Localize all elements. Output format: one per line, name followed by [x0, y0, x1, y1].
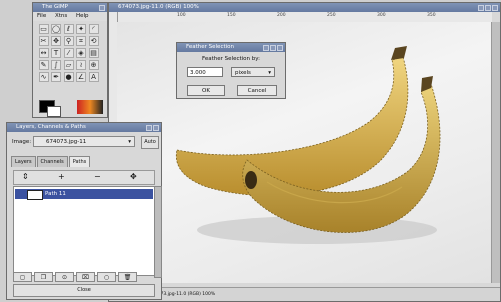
unit-select-value: pixels	[235, 70, 251, 76]
image-select-value: 674073.jpg-11	[46, 139, 87, 145]
brush-gradient-preview[interactable]	[77, 100, 103, 114]
image-label: Image:	[12, 139, 32, 145]
color-picker-icon[interactable]: ⁄	[63, 48, 74, 58]
banana-image	[175, 46, 441, 244]
paths-list[interactable]: Path 11	[13, 186, 155, 276]
path-icon[interactable]: A	[88, 72, 99, 82]
pen-icon[interactable]: ⇕	[22, 172, 29, 181]
free-select-icon[interactable]: ℓ	[63, 24, 74, 34]
dodge-icon[interactable]: ●	[63, 72, 74, 82]
duplicate-path-icon[interactable]: ❐	[34, 272, 53, 282]
toolbox-menubar: File Xtns Help	[33, 12, 107, 21]
maximize-icon[interactable]	[485, 4, 491, 11]
close-icon[interactable]	[492, 4, 498, 11]
list-scrollbar[interactable]	[154, 186, 162, 278]
list-item[interactable]: Path 11	[15, 189, 153, 200]
path-actions: ◻ ❐ ⊙ ⌧ ○ 🗑	[13, 272, 159, 283]
flip-icon[interactable]: ↔	[38, 48, 49, 58]
layers-titlebar[interactable]: Layers, Channels & Paths	[7, 123, 161, 132]
tab-paths[interactable]: Paths	[68, 156, 91, 167]
eraser-icon[interactable]: ▱	[63, 60, 74, 70]
image-window[interactable]: 674073.jpg-11.0 (RGB) 100% 100 150 200 2…	[108, 2, 501, 302]
text-icon[interactable]: T	[51, 48, 61, 58]
image-window-titlebar[interactable]: 674073.jpg-11.0 (RGB) 100%	[109, 3, 500, 12]
close-button[interactable]: Close	[13, 284, 155, 297]
transform-icon[interactable]: ⟲	[88, 36, 99, 46]
menu-help[interactable]: Help	[76, 13, 89, 19]
toolbox-title: The GIMP	[42, 4, 68, 10]
path-name: Path 11	[45, 191, 66, 197]
path-tools-bar: ⇕ + − ✥	[13, 170, 155, 185]
rect-select-icon[interactable]: ▭	[38, 24, 49, 34]
close-icon[interactable]	[153, 124, 159, 131]
minimize-icon[interactable]	[263, 44, 269, 51]
auto-button[interactable]: Auto	[141, 136, 159, 149]
stroke-path-icon[interactable]: ○	[97, 272, 116, 282]
toolbox-titlebar[interactable]: The GIMP	[33, 3, 107, 12]
ok-button[interactable]: OK	[187, 85, 225, 96]
remove-point-icon[interactable]: −	[94, 172, 101, 181]
clone-icon[interactable]: ⊕	[88, 60, 99, 70]
menu-file[interactable]: File	[37, 13, 46, 19]
image-select[interactable]: 674073.jpg-11 ▾	[33, 136, 135, 147]
path-to-selection-icon[interactable]: ⊙	[55, 272, 74, 282]
ink-icon[interactable]: ✒	[51, 72, 61, 82]
gradient-icon[interactable]: ▤	[88, 48, 99, 58]
tab-channels[interactable]: Channels	[36, 156, 68, 167]
feather-prompt: Feather Selection by:	[202, 56, 260, 62]
toolbox-window[interactable]: The GIMP File Xtns Help ▭ ◯ ℓ ✦ ◜ ✂ ✥ ⚲ ⌗ ⟲ ↔ T ⁄ ◈…	[32, 2, 108, 118]
fill-icon[interactable]: ◈	[76, 48, 86, 58]
airbrush-icon[interactable]: ≀	[76, 60, 86, 70]
edit-point-icon[interactable]: ✥	[130, 172, 137, 181]
ellipse-select-icon[interactable]: ◯	[51, 24, 61, 34]
fuzzy-select-icon[interactable]: ✦	[76, 24, 86, 34]
selection-to-path-icon[interactable]: ⌧	[76, 272, 95, 282]
minimize-icon[interactable]	[478, 4, 484, 11]
pencil-icon[interactable]: ✎	[38, 60, 49, 70]
feather-titlebar[interactable]: Feather Selection	[177, 43, 285, 52]
smudge-icon[interactable]: ∿	[38, 72, 49, 82]
background-color-swatch[interactable]	[47, 106, 61, 117]
dialog-tabs: Layers Channels Paths	[11, 156, 91, 167]
magnify-icon[interactable]: ⚲	[63, 36, 74, 46]
tab-layers[interactable]: Layers	[11, 156, 36, 167]
unit-select[interactable]: pixels ▾	[231, 67, 275, 77]
crop-icon[interactable]: ⌗	[76, 36, 86, 46]
feather-title: Feather Selection	[186, 44, 234, 50]
move-icon[interactable]: ✥	[51, 36, 61, 46]
chevron-down-icon: ▾	[128, 139, 131, 145]
brush-icon[interactable]: ∫	[51, 60, 61, 70]
bezier-icon[interactable]: ◜	[88, 24, 99, 34]
status-bar: 674073.jpg-11.0 (RGB) 100%	[109, 287, 500, 301]
chevron-down-icon: ▾	[268, 70, 271, 76]
tool-grid: ▭ ◯ ℓ ✦ ◜ ✂ ✥ ⚲ ⌗ ⟲ ↔ T ⁄ ◈ ▤ ✎ ∫ ▱ ≀ ⊕ ∿ ✒ ● ∠ A	[37, 23, 105, 83]
layers-dialog[interactable]: Layers, Channels & Paths Image: 674073.j…	[6, 122, 162, 300]
path-thumbnail-icon	[27, 190, 43, 200]
add-point-icon[interactable]: +	[58, 172, 65, 181]
menu-xtns[interactable]: Xtns	[55, 13, 67, 19]
new-path-icon[interactable]: ◻	[13, 272, 32, 282]
vertical-scrollbar[interactable]	[491, 22, 500, 283]
feather-dialog[interactable]: Feather Selection Feather Selection by: …	[176, 42, 286, 99]
cancel-button[interactable]: Cancel	[237, 85, 277, 96]
delete-path-icon[interactable]: 🗑	[118, 272, 137, 282]
scissors-icon[interactable]: ✂	[38, 36, 49, 46]
measure-icon[interactable]: ∠	[76, 72, 86, 82]
close-icon[interactable]	[277, 44, 283, 51]
close-icon[interactable]	[99, 4, 105, 11]
image-window-title: 674073.jpg-11.0 (RGB) 100%	[118, 4, 199, 10]
minimize-icon[interactable]	[146, 124, 152, 131]
layers-title: Layers, Channels & Paths	[16, 124, 86, 130]
maximize-icon[interactable]	[270, 44, 276, 51]
image-canvas[interactable]	[117, 22, 492, 283]
feather-amount-input[interactable]: 3.000	[187, 67, 223, 77]
